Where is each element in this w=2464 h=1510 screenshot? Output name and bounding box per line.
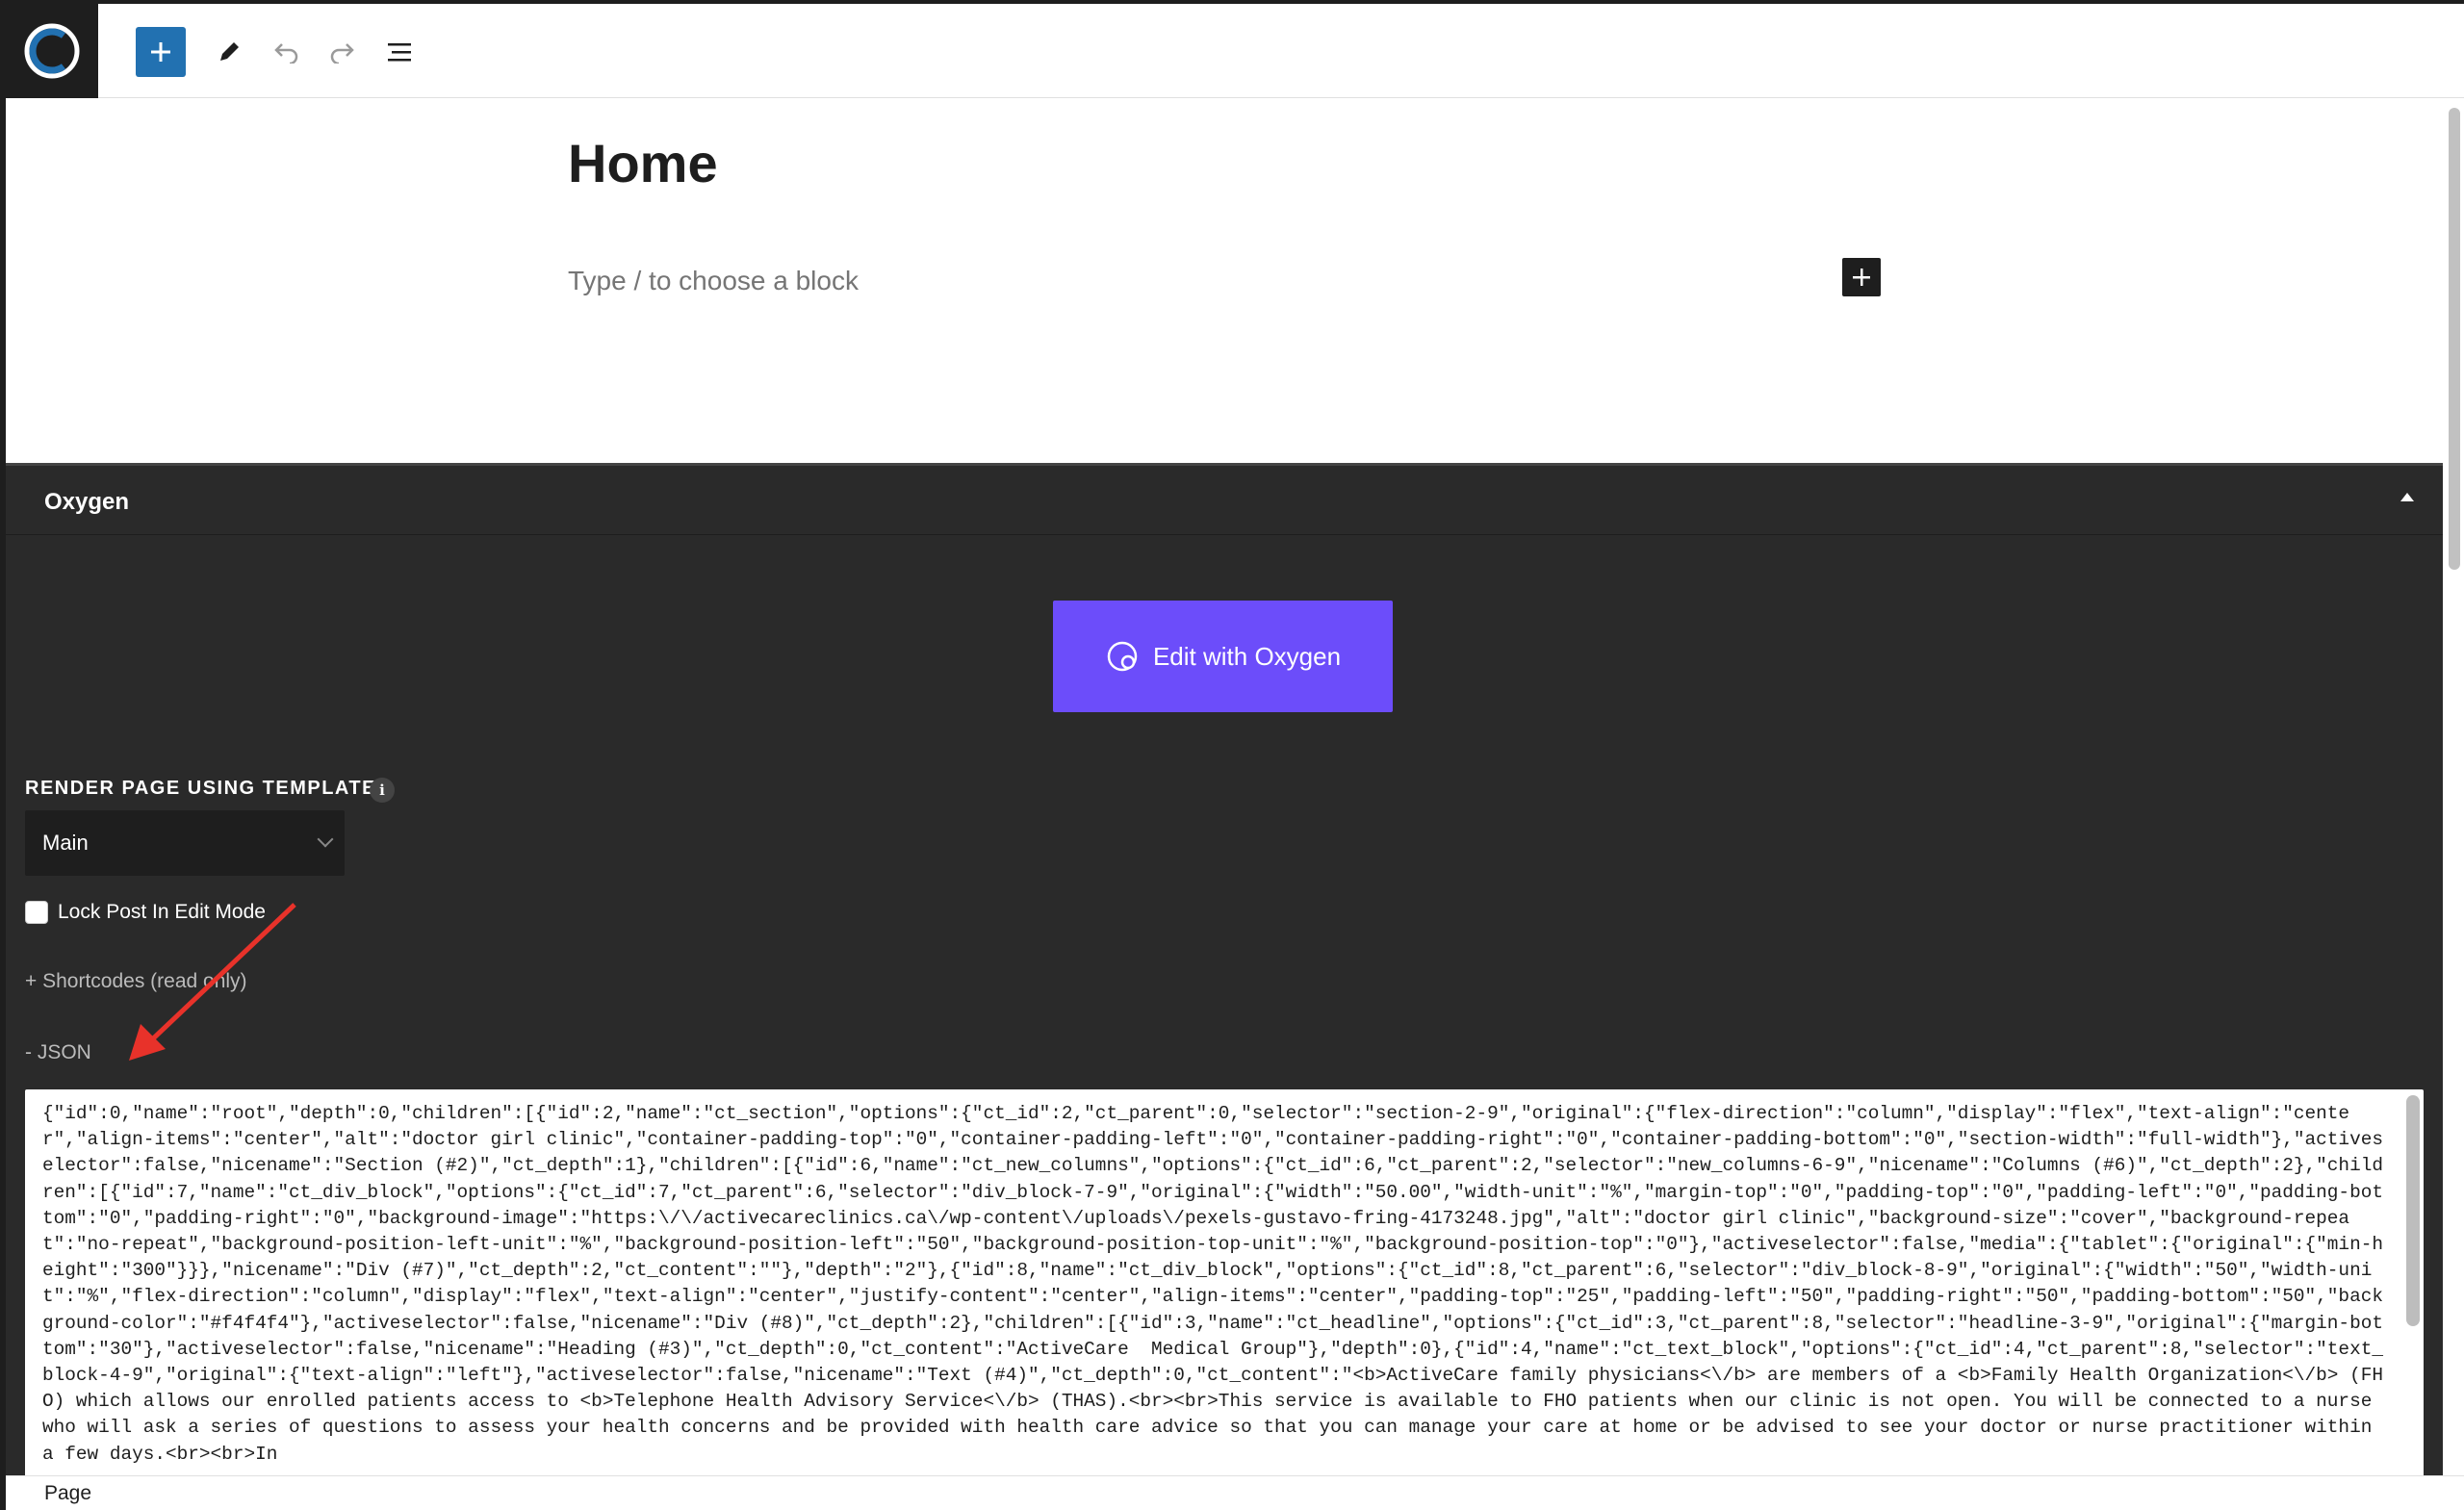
oxygen-panel-header[interactable]: Oxygen <box>6 466 2443 535</box>
plus-icon <box>1853 269 1870 286</box>
json-content: {"id":0,"name":"root","depth":0,"childre… <box>42 1103 2383 1465</box>
redo-icon <box>330 43 354 64</box>
editor-scrollbar-thumb[interactable] <box>2449 108 2460 570</box>
top-toolbar <box>6 4 2464 98</box>
template-label: RENDER PAGE USING TEMPLATE <box>25 778 376 799</box>
add-block-button[interactable] <box>136 27 186 77</box>
json-scrollbar-thumb[interactable] <box>2406 1095 2420 1326</box>
redo-button[interactable] <box>317 27 367 77</box>
edit-with-oxygen-button[interactable]: Edit with Oxygen <box>1053 601 1393 712</box>
collapse-arrow-icon[interactable] <box>2400 493 2414 501</box>
editor-window: Home Type / to choose a block Oxygen Edi… <box>6 4 2464 1510</box>
undo-button[interactable] <box>262 27 312 77</box>
template-select-value: Main <box>42 831 89 855</box>
info-icon[interactable]: i <box>370 778 395 803</box>
json-toggle[interactable]: - JSON <box>25 1041 91 1064</box>
lock-post-checkbox[interactable] <box>25 901 48 924</box>
editor-footer: Page <box>6 1475 2464 1510</box>
list-view-icon <box>388 43 411 62</box>
oxygen-panel: Oxygen Edit with Oxygen RENDER PAGE USIN… <box>6 463 2443 1478</box>
page-title[interactable]: Home <box>568 132 718 194</box>
editor-canvas <box>6 99 2443 463</box>
wordpress-logo-icon[interactable] <box>6 4 98 98</box>
oxygen-logo-icon <box>1107 641 1138 672</box>
inline-add-block-button[interactable] <box>1842 258 1881 296</box>
block-placeholder[interactable]: Type / to choose a block <box>568 266 859 296</box>
undo-icon <box>274 43 298 64</box>
pencil-icon <box>220 42 239 61</box>
template-select[interactable]: Main <box>25 810 345 876</box>
tools-button[interactable] <box>204 27 254 77</box>
edit-with-oxygen-label: Edit with Oxygen <box>1152 641 1342 671</box>
breadcrumb[interactable]: Page <box>44 1482 91 1505</box>
red-arrow-annotation <box>129 903 296 1061</box>
json-textarea[interactable]: {"id":0,"name":"root","depth":0,"childre… <box>25 1089 2424 1478</box>
oxygen-panel-title: Oxygen <box>44 489 130 515</box>
plus-icon <box>151 42 170 62</box>
chevron-down-icon <box>317 831 334 848</box>
list-view-button[interactable] <box>375 27 425 77</box>
